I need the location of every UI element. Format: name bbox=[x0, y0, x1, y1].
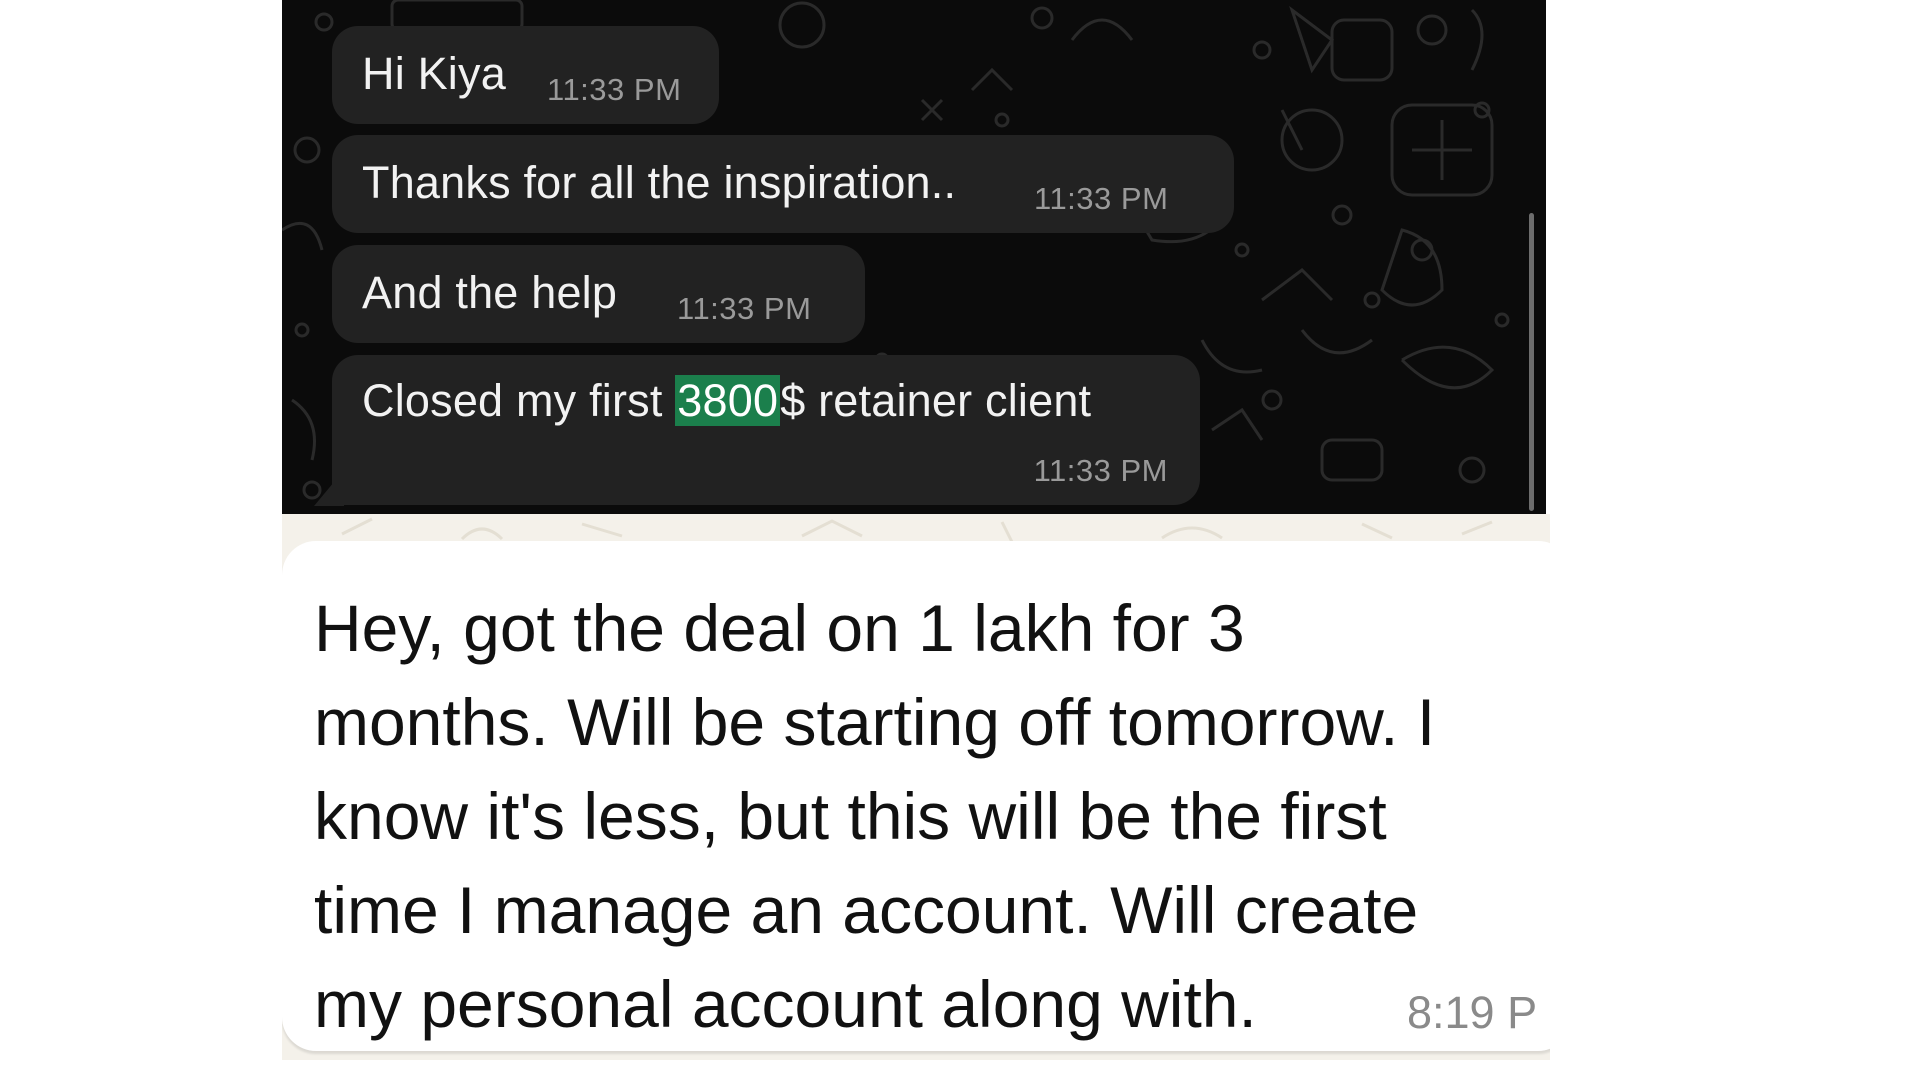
scrollbar[interactable] bbox=[1529, 213, 1534, 511]
screenshot-canvas: Hi Kiya 11:33 PM Thanks for all the insp… bbox=[0, 0, 1920, 1080]
next-message-bubble-edge bbox=[282, 1060, 1550, 1080]
message-bubble[interactable]: Hey, got the deal on 1 lakh for 3 months… bbox=[282, 541, 1550, 1051]
message-text-before: Closed my first bbox=[362, 375, 676, 426]
message-timestamp: 8:19 P bbox=[1407, 987, 1538, 1038]
message-text: And the help bbox=[362, 267, 618, 318]
message-bubble[interactable]: Closed my first 3800$ retainer client 11… bbox=[332, 355, 1200, 505]
message-timestamp: 11:33 PM bbox=[1034, 181, 1169, 216]
light-chat-panel: Hey, got the deal on 1 lakh for 3 months… bbox=[282, 514, 1550, 1080]
message-timestamp: 11:33 PM bbox=[547, 72, 682, 107]
message-timestamp: 11:33 PM bbox=[1033, 453, 1168, 488]
message-bubble[interactable]: And the help 11:33 PM bbox=[332, 245, 865, 343]
dark-chat-panel: Hi Kiya 11:33 PM Thanks for all the insp… bbox=[282, 0, 1546, 514]
message-text: Closed my first 3800$ retainer client bbox=[362, 375, 1091, 427]
message-text: Hi Kiya bbox=[362, 48, 506, 99]
message-bubble[interactable]: Thanks for all the inspiration.. 11:33 P… bbox=[332, 135, 1234, 233]
message-text: Hey, got the deal on 1 lakh for 3 months… bbox=[314, 591, 1436, 1041]
highlighted-amount: 3800 bbox=[675, 375, 781, 426]
message-text: Thanks for all the inspiration.. bbox=[362, 157, 957, 208]
message-timestamp: 11:33 PM bbox=[677, 291, 812, 326]
message-bubble[interactable]: Hi Kiya 11:33 PM bbox=[332, 26, 719, 124]
message-text-after: $ retainer client bbox=[780, 375, 1092, 426]
